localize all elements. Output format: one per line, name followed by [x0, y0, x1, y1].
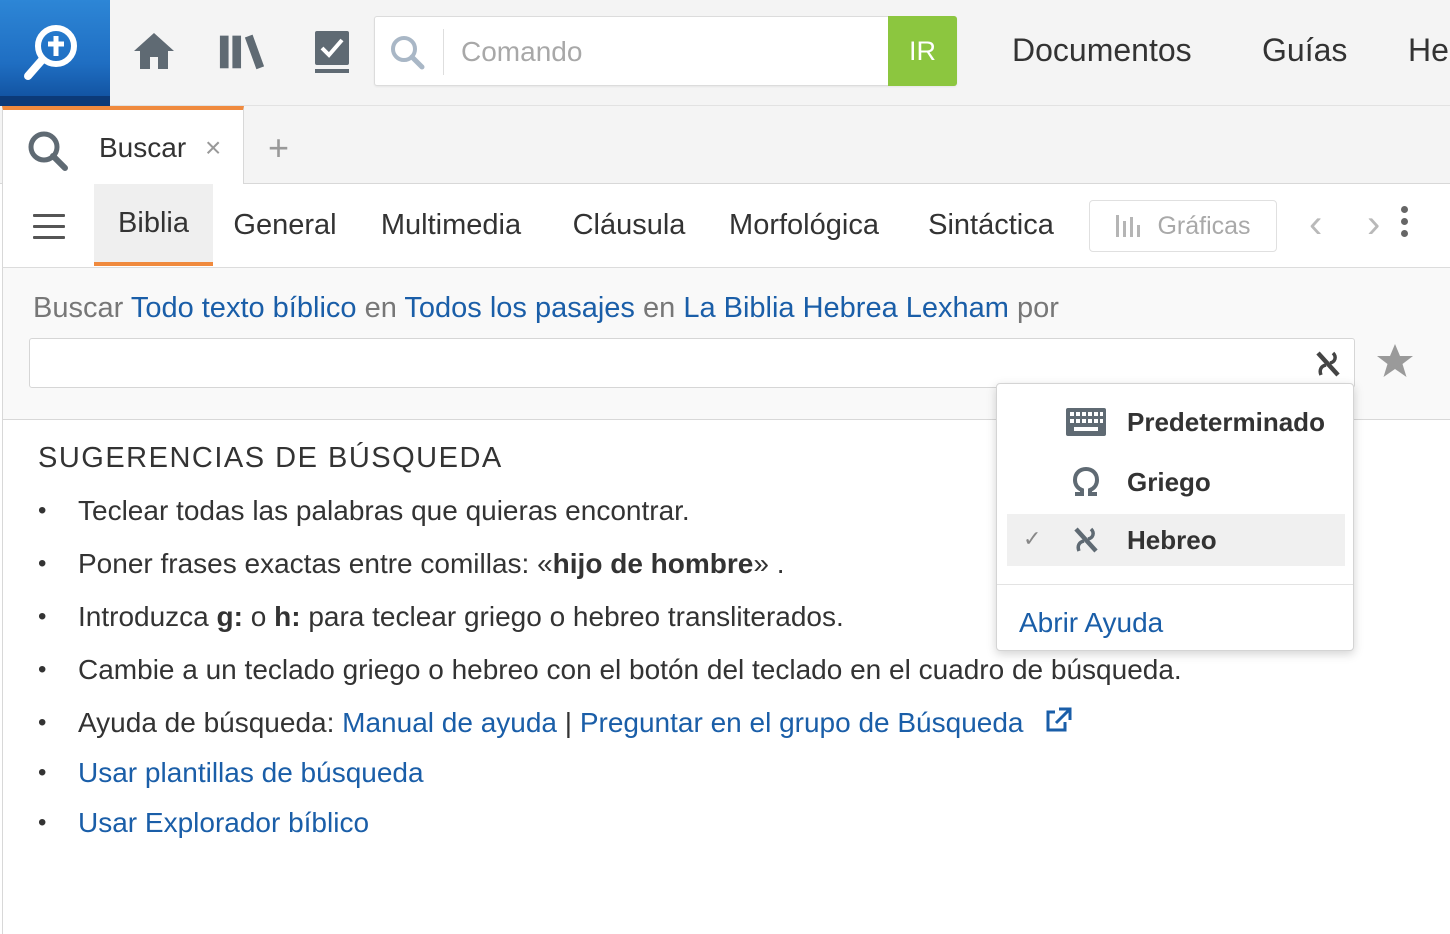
close-tab-icon[interactable]: ×	[205, 132, 221, 164]
query-input[interactable]	[40, 345, 1300, 381]
panel-menu-icon[interactable]	[33, 214, 65, 240]
menu-item-label: Griego	[1127, 467, 1211, 497]
tab-multimedia[interactable]: Multimedia	[371, 184, 531, 266]
example-phrase: hijo de hombre	[552, 548, 754, 579]
hebrew-prefix: h:	[274, 601, 301, 632]
prev-arrow-icon[interactable]: ‹	[1309, 204, 1322, 244]
menu-item-label: Predeterminado	[1127, 407, 1325, 437]
list-item: Ayuda de búsqueda: Manual de ayuda | Pre…	[38, 702, 1182, 752]
query-in-2: en	[642, 292, 676, 324]
charts-button[interactable]: Gráficas	[1089, 200, 1277, 252]
checklist-icon	[315, 31, 349, 73]
external-link-icon[interactable]	[1043, 706, 1073, 734]
menu-divider	[997, 584, 1353, 585]
hebrew-aleph-keyboard-icon	[1316, 351, 1340, 377]
logos-search-logo-icon	[24, 25, 77, 80]
search-group-link[interactable]: Preguntar en el grupo de Búsqueda	[580, 707, 1024, 738]
tab-clause[interactable]: Cláusula	[561, 184, 697, 266]
star-icon[interactable]	[1375, 342, 1415, 380]
suggestions-title: SUGERENCIAS DE BÚSQUEDA	[38, 442, 503, 474]
add-tab-button[interactable]: +	[268, 128, 289, 168]
nav-guides[interactable]: Guías	[1262, 32, 1347, 69]
tab-bible[interactable]: Biblia	[94, 184, 213, 266]
main-toolbar: IR Documentos Guías He	[0, 0, 1450, 106]
library-icon	[219, 34, 265, 70]
charts-label: Gráficas	[1157, 211, 1251, 240]
suggestion-text: Introduzca	[78, 601, 217, 632]
suggestion-text: o	[242, 601, 275, 632]
search-icon	[391, 36, 425, 70]
suggestion-text: Teclear todas las palabras que quieras e…	[78, 495, 690, 526]
nav-help[interactable]: He	[1408, 32, 1449, 69]
query-by: por	[1017, 292, 1059, 324]
suggestion-text: Ayuda de búsqueda:	[78, 707, 343, 738]
list-item: Cambie a un teclado griego o hebreo con …	[38, 649, 1182, 702]
menu-item-label: Hebreo	[1127, 525, 1217, 555]
keyboard-toggle-button[interactable]	[1310, 345, 1346, 383]
aleph-icon	[1063, 522, 1109, 558]
suggestion-text: » .	[753, 548, 785, 579]
logo-bottom-strip	[0, 96, 110, 106]
search-templates-link[interactable]: Usar plantillas de búsqueda	[78, 757, 424, 788]
command-input[interactable]	[461, 29, 881, 75]
open-help-link[interactable]: Abrir Ayuda	[1019, 607, 1163, 639]
home-icon	[134, 33, 174, 69]
query-input-box	[29, 338, 1355, 388]
tab-general[interactable]: General	[225, 184, 345, 266]
tab-syntactic[interactable]: Sintáctica	[915, 184, 1067, 266]
greek-prefix: g:	[216, 601, 243, 632]
search-icon	[28, 131, 68, 171]
query-prefix: Buscar	[33, 292, 124, 324]
command-box	[374, 16, 957, 86]
list-item: Usar plantillas de búsqueda	[38, 752, 1182, 802]
tab-label: Buscar	[99, 132, 187, 163]
nav-documents[interactable]: Documentos	[1012, 32, 1192, 69]
more-options-icon[interactable]	[1401, 206, 1411, 244]
menu-item-default-keyboard[interactable]: Predeterminado	[1007, 396, 1345, 448]
help-manual-link[interactable]: Manual de ayuda	[342, 707, 557, 738]
range-selector[interactable]: Todos los pasajes	[404, 292, 635, 324]
check-icon: ✓	[1023, 526, 1042, 551]
link-separator: |	[556, 707, 580, 738]
panel-tab-strip: Buscar × +	[0, 106, 1450, 185]
search-type-bar: Biblia General Multimedia Cláusula Morfo…	[2, 184, 1450, 268]
library-button[interactable]	[218, 26, 266, 76]
suggestion-text: Poner frases exactas entre comillas: «	[78, 548, 553, 579]
command-divider	[443, 29, 444, 75]
bar-chart-icon	[1116, 215, 1141, 237]
keyboard-icon	[1063, 404, 1109, 440]
suggestion-text: para teclear griego o hebreo translitera…	[300, 601, 844, 632]
resource-selector[interactable]: La Biblia Hebrea Lexham	[683, 292, 1009, 324]
query-in-1: en	[364, 292, 397, 324]
tab-morphological[interactable]: Morfológica	[719, 184, 889, 266]
menu-item-hebrew-keyboard[interactable]: ✓ Hebreo	[1007, 514, 1345, 566]
scope-selector[interactable]: Todo texto bíblico	[131, 292, 357, 324]
list-item: Usar Explorador bíblico	[38, 802, 1182, 852]
tasks-button[interactable]	[308, 26, 356, 76]
omega-icon	[1063, 464, 1109, 500]
go-button[interactable]: IR	[888, 16, 957, 86]
home-button[interactable]	[130, 26, 178, 76]
next-arrow-icon[interactable]: ›	[1367, 204, 1380, 244]
logos-logo-button[interactable]	[0, 0, 110, 106]
menu-item-greek-keyboard[interactable]: Griego	[1007, 456, 1345, 508]
keyboard-dropdown-menu: Predeterminado Griego ✓ Hebreo Abrir Ayu…	[996, 383, 1354, 651]
bible-explorer-link[interactable]: Usar Explorador bíblico	[78, 807, 369, 838]
query-description: Buscar Todo texto bíblico en Todos los p…	[33, 292, 1059, 325]
tab-search[interactable]: Buscar ×	[2, 106, 244, 185]
suggestion-text: Cambie a un teclado griego o hebreo con …	[78, 654, 1182, 685]
